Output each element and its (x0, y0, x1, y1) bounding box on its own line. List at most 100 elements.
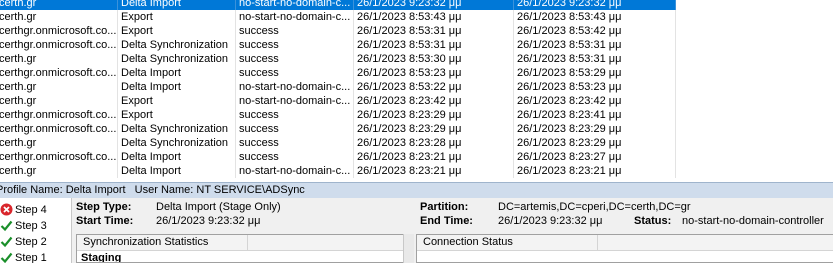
run-type-cell: Export (118, 10, 236, 24)
end-time-cell: 26/1/2023 8:53:31 μμ (514, 38, 676, 52)
partition-label: Partition: (420, 201, 469, 213)
table-empty-area (676, 0, 833, 182)
start-time-cell: 26/1/2023 8:53:31 μμ (354, 24, 514, 38)
run-type-cell: Delta Synchronization (118, 136, 236, 150)
start-time-value: 26/1/2023 9:23:32 μμ (156, 215, 261, 227)
run-type-cell: Delta Import (118, 80, 236, 94)
step-list[interactable]: Step 4 Step 3 Step 2 Step 1 (0, 198, 72, 263)
partition-value: DC=artemis,DC=cperi,DC=certh,DC=gr (498, 201, 691, 213)
end-time-cell: 26/1/2023 8:23:41 μμ (514, 108, 676, 122)
end-time-cell: 26/1/2023 8:23:27 μμ (514, 150, 676, 164)
connection-status-panel[interactable]: Connection Status (416, 234, 833, 263)
start-time-cell: 26/1/2023 8:23:21 μμ (354, 164, 514, 178)
profile-name-cell: certhgr.onmicrosoft.co... (0, 24, 118, 38)
profile-name-cell: certh.gr (0, 94, 118, 108)
step-item-3[interactable]: Step 3 (0, 218, 71, 234)
profile-name-cell: certh.gr (0, 164, 118, 178)
end-time-cell: 26/1/2023 8:53:31 μμ (514, 52, 676, 66)
profile-name-cell: certhgr.onmicrosoft.co... (0, 122, 118, 136)
status-cell: success (236, 108, 354, 122)
run-type-cell: Export (118, 94, 236, 108)
status-cell: no-start-no-domain-c... (236, 10, 354, 24)
step-item-1[interactable]: Step 1 (0, 250, 71, 263)
vertical-scrollbar[interactable] (403, 234, 414, 263)
status-cell: success (236, 122, 354, 136)
step-item-2[interactable]: Step 2 (0, 234, 71, 250)
status-cell: no-start-no-domain-c... (236, 80, 354, 94)
profile-name-cell: certh.gr (0, 52, 118, 66)
sync-stats-header: Synchronization Statistics (77, 235, 403, 251)
profile-name-cell: certhgr.onmicrosoft.co... (0, 66, 118, 80)
start-time-cell: 26/1/2023 8:23:29 μμ (354, 122, 514, 136)
start-time-cell: 26/1/2023 8:53:31 μμ (354, 38, 514, 52)
start-time-cell: 26/1/2023 8:53:43 μμ (354, 10, 514, 24)
status-cell: success (236, 24, 354, 38)
start-time-cell: 26/1/2023 8:23:42 μμ (354, 94, 514, 108)
run-type-cell: Export (118, 24, 236, 38)
connection-status-title: Connection Status (423, 236, 513, 248)
end-time-cell: 26/1/2023 8:23:29 μμ (514, 122, 676, 136)
status-value: no-start-no-domain-controller (682, 215, 824, 227)
step-label: Step 3 (15, 220, 47, 232)
step-type-label: Step Type: (76, 201, 132, 213)
status-label: Status: (634, 215, 672, 227)
user-name: User Name: NT SERVICE\ADSync (134, 184, 305, 196)
end-time-cell: 26/1/2023 8:53:43 μμ (514, 10, 676, 24)
checkmark-icon (0, 236, 13, 248)
end-time-cell: 26/1/2023 8:53:23 μμ (514, 80, 676, 94)
status-cell: success (236, 136, 354, 150)
start-time-cell: 26/1/2023 8:53:23 μμ (354, 66, 514, 80)
error-icon (0, 203, 13, 216)
end-time-cell: 26/1/2023 8:23:29 μμ (514, 136, 676, 150)
profile-name-cell: certhgr.onmicrosoft.co... (0, 38, 118, 52)
profile-name-cell: certh.gr (0, 10, 118, 24)
step-label: Step 2 (15, 236, 47, 248)
status-cell: success (236, 38, 354, 52)
run-type-cell: Delta Import (118, 0, 236, 10)
profile-name-cell: certh.gr (0, 80, 118, 94)
start-time-label: Start Time: (76, 215, 134, 227)
staging-row[interactable]: Staging (81, 252, 121, 262)
end-time-cell: 26/1/2023 8:23:42 μμ (514, 94, 676, 108)
checkmark-icon (0, 220, 13, 232)
status-cell: no-start-no-domain-c... (236, 0, 354, 10)
sync-stats-title: Synchronization Statistics (83, 236, 209, 248)
end-time-label: End Time: (420, 215, 473, 227)
status-cell: success (236, 150, 354, 164)
run-type-cell: Delta Synchronization (118, 122, 236, 136)
profile-name: Profile Name: Delta Import (0, 184, 126, 196)
end-time-cell: 26/1/2023 8:53:42 μμ (514, 24, 676, 38)
end-time-cell: 26/1/2023 9:23:32 μμ (514, 0, 676, 10)
start-time-cell: 26/1/2023 8:53:22 μμ (354, 80, 514, 94)
sync-stats-panel[interactable]: Synchronization Statistics Staging (76, 234, 404, 263)
profile-info-bar: Profile Name: Delta Import User Name: NT… (0, 182, 833, 198)
run-type-cell: Delta Import (118, 66, 236, 80)
start-time-cell: 26/1/2023 9:23:32 μμ (354, 0, 514, 10)
run-type-cell: Export (118, 108, 236, 122)
profile-name-cell: certh.gr (0, 136, 118, 150)
run-history-table[interactable]: certh.gr Delta Import no-start-no-domain-c… (0, 0, 833, 182)
end-time-value: 26/1/2023 9:23:32 μμ (498, 215, 603, 227)
step-label: Step 1 (15, 252, 47, 263)
checkmark-icon (0, 252, 13, 263)
step-type-value: Delta Import (Stage Only) (156, 201, 281, 213)
step-item-4[interactable]: Step 4 (0, 202, 71, 218)
status-cell: success (236, 66, 354, 80)
end-time-cell: 26/1/2023 8:23:21 μμ (514, 164, 676, 178)
run-type-cell: Delta Synchronization (118, 38, 236, 52)
profile-name-cell: certhgr.onmicrosoft.co... (0, 108, 118, 122)
start-time-cell: 26/1/2023 8:23:21 μμ (354, 150, 514, 164)
run-type-cell: Delta Import (118, 164, 236, 178)
start-time-cell: 26/1/2023 8:53:30 μμ (354, 52, 514, 66)
start-time-cell: 26/1/2023 8:23:28 μμ (354, 136, 514, 150)
status-cell: no-start-no-domain-c... (236, 94, 354, 108)
run-type-cell: Delta Import (118, 150, 236, 164)
start-time-cell: 26/1/2023 8:23:29 μμ (354, 108, 514, 122)
run-type-cell: Delta Synchronization (118, 52, 236, 66)
end-time-cell: 26/1/2023 8:53:29 μμ (514, 66, 676, 80)
profile-name-cell: certhgr.onmicrosoft.co... (0, 150, 118, 164)
profile-name-cell: certh.gr (0, 0, 118, 10)
status-cell: success (236, 52, 354, 66)
connection-status-header: Connection Status (417, 235, 833, 251)
step-label: Step 4 (15, 204, 47, 216)
